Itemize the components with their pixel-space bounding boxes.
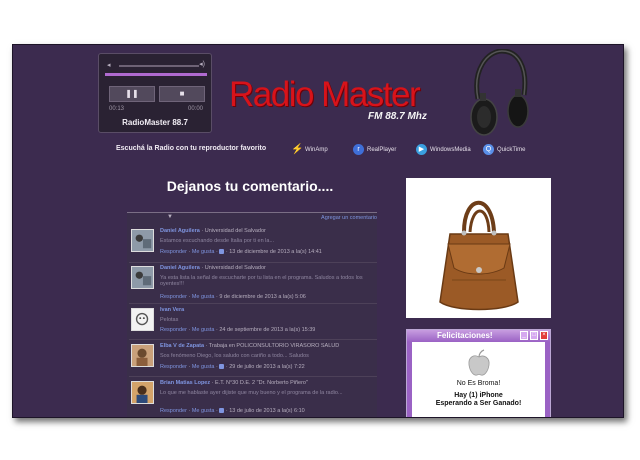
popup-titlebar: Felicitaciones! _ □ × xyxy=(407,330,550,342)
realplayer-label: RealPlayer xyxy=(367,146,397,153)
comment-author[interactable]: Daniel Aguilera xyxy=(160,228,200,234)
like-link[interactable]: Me gusta xyxy=(192,408,215,414)
comment-affiliation: · Universidad del Salvador xyxy=(199,228,266,234)
windowsmedia-label: WindowsMedia xyxy=(430,146,471,153)
quicktime-link[interactable]: Q QuickTime xyxy=(483,144,525,155)
popup-ad[interactable]: Felicitaciones! _ □ × No Es Broma! Hay (… xyxy=(406,329,551,417)
comment-date[interactable]: · 9 de diciembre de 2013 a la(s) 5:06 xyxy=(214,294,306,300)
comment-item: Elba V de Zapata · Trabaja en POLICONSUL… xyxy=(129,342,377,377)
comment-date[interactable]: · 29 de julio de 2013 a la(s) 7:22 xyxy=(224,364,305,370)
minimize-button[interactable]: _ xyxy=(520,331,528,340)
comment-text: Estamos escuchando desde Italia por ti e… xyxy=(160,238,275,244)
popup-line1: No Es Broma! xyxy=(456,380,501,387)
comment-text: Ya esta lista la señal de escucharte por… xyxy=(160,275,363,287)
avatar[interactable] xyxy=(131,229,154,252)
comment-text: Sos fenómeno Diego, los saludo con cariñ… xyxy=(160,353,309,359)
volume-slider[interactable] xyxy=(119,65,199,67)
add-comment-link[interactable]: Agregar un comentario xyxy=(321,215,377,221)
winamp-link[interactable]: ⚡ WinAmp xyxy=(291,144,328,155)
popup-line3: Esperando a Ser Ganado! xyxy=(435,400,522,407)
comment-author[interactable]: Daniel Aguilera xyxy=(160,265,200,271)
comment-date[interactable]: · 13 de julio de 2013 a la(s) 6:10 xyxy=(224,408,305,414)
comment-affiliation: · Universidad del Salvador xyxy=(199,265,266,271)
comments-title: Dejanos tu comentario.... xyxy=(166,178,334,194)
comment-item: Brian Matias Lopez · E.T. N°30 D.E. 2 "D… xyxy=(129,379,377,417)
apple-icon xyxy=(468,349,490,376)
headphones-image xyxy=(470,49,529,136)
reply-link[interactable]: Responder xyxy=(160,408,187,414)
avatar[interactable] xyxy=(131,344,154,367)
popup-title: Felicitaciones! xyxy=(437,331,493,340)
comment-item: Ivan Vera Pelotas Responder · Me gusta ·… xyxy=(129,306,377,340)
pause-button[interactable]: ❚❚ xyxy=(109,86,155,102)
comment-affiliation: · Trabaja en POLICONSULTORIO VIRASORO SA… xyxy=(204,343,340,349)
windowsmedia-link[interactable]: ▶ WindowsMedia xyxy=(416,144,471,155)
avatar[interactable] xyxy=(131,381,154,404)
volume-high-icon[interactable]: ◂) xyxy=(199,60,205,68)
comments-widget: ▼ Agregar un comentario Daniel Aguilera … xyxy=(127,212,377,417)
comment-item: Daniel Aguilera · Universidad del Salvad… xyxy=(129,264,377,304)
comment-text: Pelotas xyxy=(160,317,179,323)
radio-webpage: ◂ ◂) ❚❚ ■ 00:13 00:00 RadioMaster 88.7 R… xyxy=(12,44,624,418)
popup-line2: Hay (1) iPhone xyxy=(454,392,503,399)
comment-date[interactable]: · 24 de septiembre de 2013 a la(s) 15:39 xyxy=(214,327,315,333)
winamp-icon: ⚡ xyxy=(291,144,304,155)
site-logo-frequency: FM 88.7 Mhz xyxy=(368,111,427,122)
progress-bar[interactable] xyxy=(105,73,207,76)
quicktime-icon: Q xyxy=(483,144,494,155)
reply-link[interactable]: Responder xyxy=(160,249,187,255)
comment-author[interactable]: Brian Matias Lopez xyxy=(160,380,210,386)
like-link[interactable]: Me gusta xyxy=(192,327,215,333)
comment-item: Daniel Aguilera · Universidad del Salvad… xyxy=(129,227,377,263)
time-current: 00:13 xyxy=(109,106,125,112)
comment-date[interactable]: · 13 de diciembre de 2013 a la(s) 14:41 xyxy=(224,249,322,255)
station-name: RadioMaster 88.7 xyxy=(122,118,188,127)
pause-icon: ❚❚ xyxy=(125,89,139,98)
reply-link[interactable]: Responder xyxy=(160,294,187,300)
volume-low-icon[interactable]: ◂ xyxy=(107,61,111,69)
avatar[interactable] xyxy=(131,266,154,289)
reply-link[interactable]: Responder xyxy=(160,327,187,333)
realplayer-link[interactable]: r RealPlayer xyxy=(353,144,396,155)
comment-author[interactable]: Elba V de Zapata xyxy=(160,343,204,349)
site-logo[interactable]: Radio Master xyxy=(229,75,421,115)
time-total: 00:00 xyxy=(187,106,203,112)
realplayer-icon: r xyxy=(353,144,364,155)
windowsmedia-icon: ▶ xyxy=(416,144,427,155)
handbag-image xyxy=(439,200,519,311)
comment-affiliation: · E.T. N°30 D.E. 2 "Dr. Norberto Piñero" xyxy=(210,380,308,386)
stop-icon: ■ xyxy=(179,89,185,98)
like-link[interactable]: Me gusta xyxy=(192,249,215,255)
comments-header: ▼ Agregar un comentario xyxy=(127,213,377,225)
stop-button[interactable]: ■ xyxy=(159,86,205,102)
reply-link[interactable]: Responder xyxy=(160,364,187,370)
close-button[interactable]: × xyxy=(540,331,548,340)
player-prompt: Escuchá la Radio con tu reproductor favo… xyxy=(116,145,267,152)
sort-chevron-icon[interactable]: ▼ xyxy=(167,214,173,220)
audio-player: ◂ ◂) ❚❚ ■ 00:13 00:00 RadioMaster 88.7 xyxy=(98,53,212,133)
avatar[interactable] xyxy=(131,308,154,331)
maximize-button[interactable]: □ xyxy=(530,331,538,340)
winamp-label: WinAmp xyxy=(305,146,328,153)
comment-text: Lo que me hablaste ayer dijiste que muy … xyxy=(160,390,343,396)
comment-author[interactable]: Ivan Vera xyxy=(160,307,184,313)
like-link[interactable]: Me gusta xyxy=(192,364,215,370)
like-link[interactable]: Me gusta xyxy=(192,294,215,300)
handbag-ad[interactable] xyxy=(406,178,551,318)
quicktime-label: QuickTime xyxy=(497,146,526,153)
